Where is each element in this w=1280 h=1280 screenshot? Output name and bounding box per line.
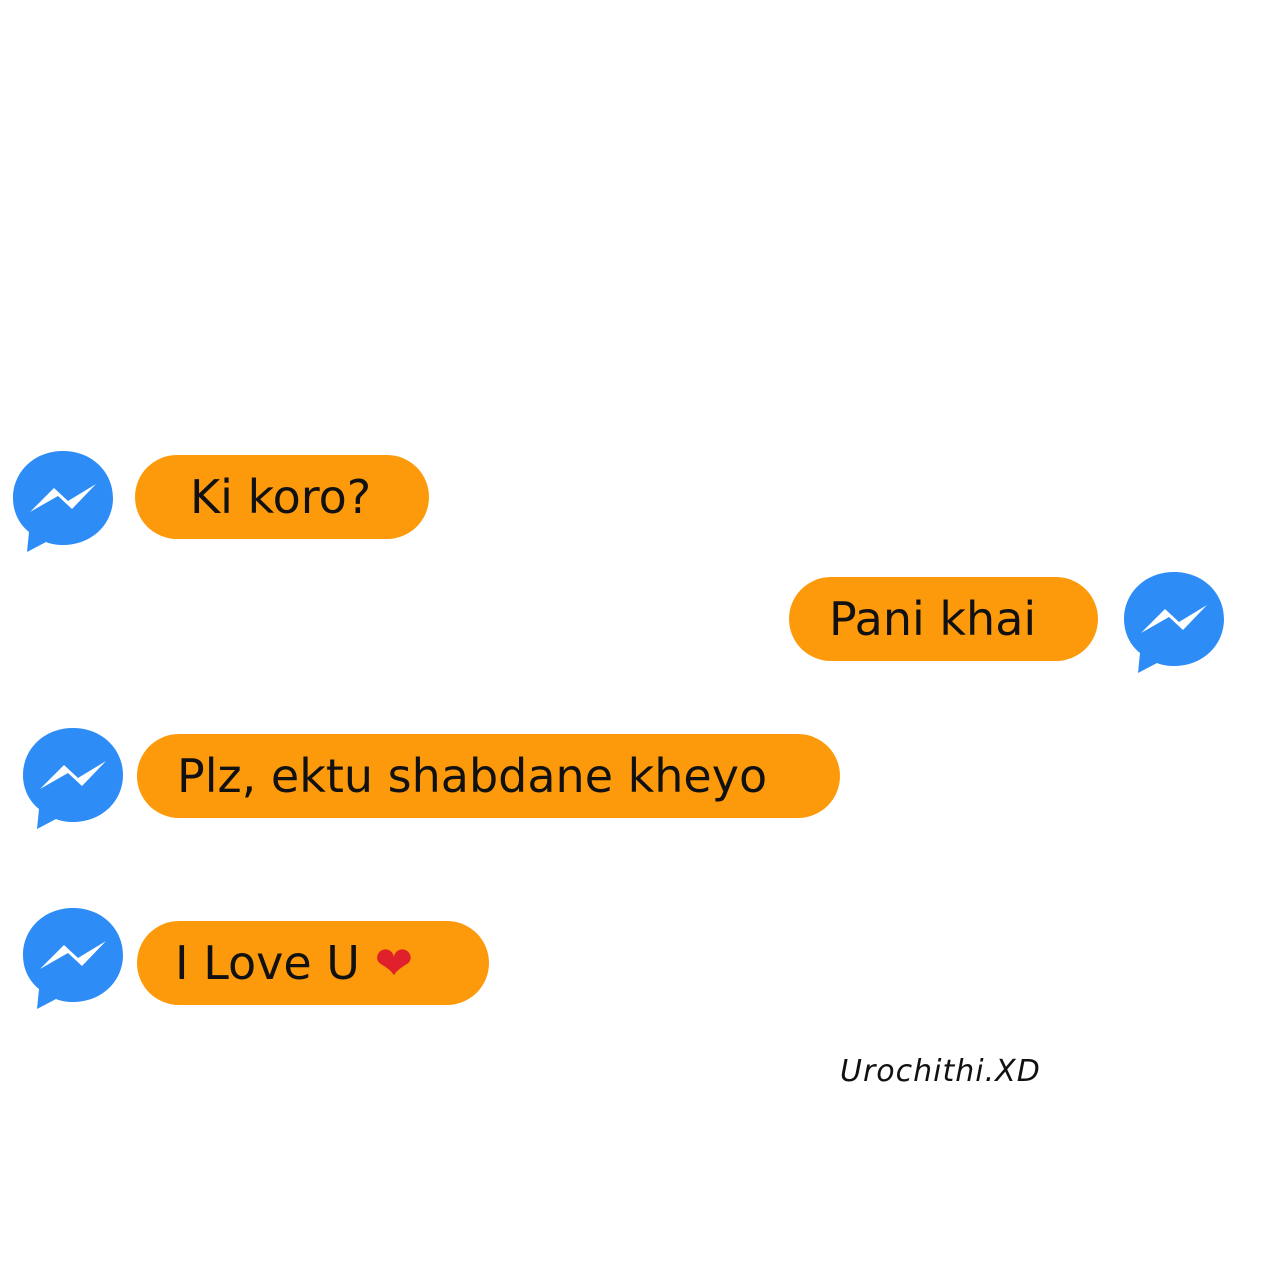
- message-text: Plz, ektu shabdane kheyo: [177, 749, 768, 803]
- message-bubble[interactable]: Pani khai: [789, 577, 1098, 661]
- heart-emoji: ❤: [374, 936, 414, 990]
- messenger-icon: [10, 448, 116, 554]
- message-bubble[interactable]: Plz, ektu shabdane kheyo: [137, 734, 840, 818]
- messenger-icon: [1121, 569, 1227, 675]
- message-bubble[interactable]: Ki koro?: [135, 455, 429, 539]
- message-text: I Love U: [175, 936, 360, 990]
- messenger-icon: [20, 725, 126, 831]
- message-text: Ki koro?: [190, 470, 372, 524]
- message-text: Pani khai: [829, 592, 1037, 646]
- watermark: Urochithi.XD: [840, 1054, 1041, 1089]
- message-bubble[interactable]: I Love U ❤: [137, 921, 489, 1005]
- messenger-icon: [20, 905, 126, 1011]
